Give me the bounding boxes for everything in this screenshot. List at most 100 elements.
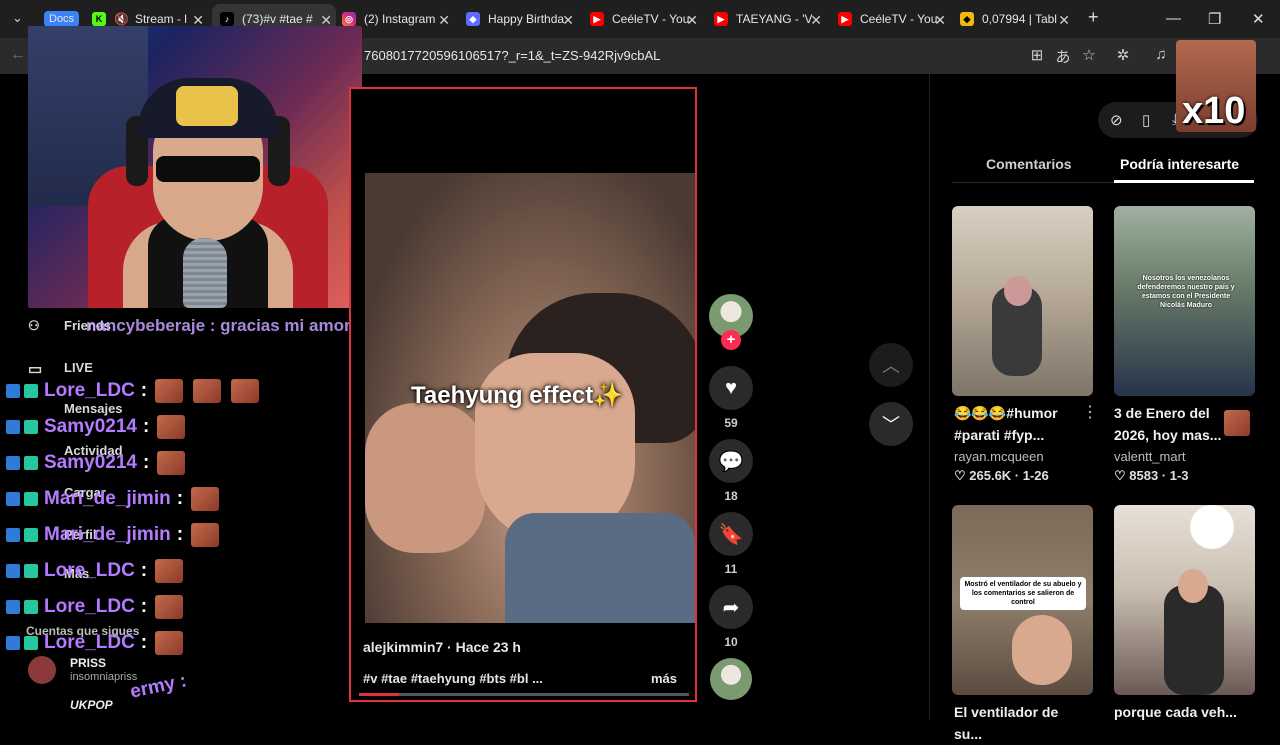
avatar[interactable] bbox=[28, 656, 56, 684]
chat-badge-icon bbox=[24, 384, 38, 398]
tab-binance[interactable]: ◆ 0,07994 | Tabl ✕ bbox=[960, 4, 1074, 34]
chat-username[interactable]: Lore_LDC bbox=[44, 632, 135, 654]
chat-emote-icon bbox=[191, 523, 220, 547]
chat-username[interactable]: Samy0214 bbox=[44, 416, 137, 438]
close-window-button[interactable]: ✕ bbox=[1252, 10, 1265, 28]
shield-icon: ◆ bbox=[466, 12, 480, 26]
chat-badge-icon bbox=[6, 456, 20, 470]
speed-icon[interactable]: ⊘ bbox=[1110, 111, 1123, 129]
chat-message: Lore_LDC: bbox=[6, 592, 193, 622]
chat-message: Lore_LDC: bbox=[6, 376, 269, 406]
tab-comments[interactable]: Comentarios bbox=[986, 156, 1072, 172]
chat-message: Lore_LDC: bbox=[6, 628, 193, 658]
close-tab-icon[interactable]: ✕ bbox=[1058, 12, 1070, 29]
suggested-video-thumb-2[interactable]: Nosotros los venezolanos defenderemos nu… bbox=[1114, 206, 1255, 396]
previous-video-button[interactable]: ︿ bbox=[869, 343, 913, 387]
tab-youtube-ceele[interactable]: ▶ CeéleTV - You ✕ bbox=[590, 4, 702, 34]
maximize-button[interactable]: ❐ bbox=[1208, 10, 1221, 28]
chat-username[interactable]: Mari_de_jimin bbox=[44, 488, 171, 510]
follow-plus-icon[interactable]: + bbox=[721, 330, 741, 350]
suggested-video-user-1[interactable]: rayan.mcqueen bbox=[954, 449, 1044, 464]
like-button[interactable]: ♥ bbox=[709, 366, 753, 410]
chat-badge-icon bbox=[24, 564, 38, 578]
speaker-muted-icon[interactable]: 🔇 bbox=[114, 12, 129, 26]
chat-badge-icon bbox=[6, 564, 20, 578]
translate-icon[interactable]: あ bbox=[1054, 46, 1072, 66]
address-bar-url[interactable]: 7608017720596106517?_r=1&_t=ZS-942Rjv9cb… bbox=[364, 48, 660, 63]
chat-username[interactable]: Lore_LDC bbox=[44, 596, 135, 618]
emote-overlay: x10 bbox=[1176, 40, 1256, 132]
chat-badge-icon bbox=[24, 600, 38, 614]
tab-youtube-taeyang[interactable]: ▶ TAEYANG - 'V ✕ bbox=[714, 4, 826, 34]
chat-badge-icon bbox=[6, 420, 20, 434]
extensions-puzzle-icon[interactable]: ✲ bbox=[1114, 46, 1132, 64]
instagram-icon: ◎ bbox=[342, 12, 356, 26]
suggested-video-title-3[interactable]: El ventilador de su... bbox=[954, 701, 1084, 745]
youtube-icon: ▶ bbox=[590, 12, 604, 26]
followed-account-2-name[interactable]: UKPOP bbox=[70, 698, 113, 712]
save-button[interactable]: 🔖 bbox=[709, 512, 753, 556]
video-author[interactable]: alejkimmin7 · Hace 23 h bbox=[363, 639, 521, 655]
video-player[interactable]: Taehyung effect✨ alejkimmin7 · Hace 23 h… bbox=[349, 87, 697, 702]
chat-emote-icon bbox=[157, 451, 186, 475]
close-tab-icon[interactable]: ✕ bbox=[934, 12, 946, 29]
kebab-menu-icon[interactable]: ⋮ bbox=[1082, 402, 1098, 422]
comment-button[interactable]: 💬 bbox=[709, 439, 753, 483]
tab-suggested[interactable]: Podría interesarte bbox=[1120, 156, 1239, 172]
close-tab-icon[interactable]: ✕ bbox=[810, 12, 822, 29]
favorite-star-icon[interactable]: ☆ bbox=[1080, 46, 1098, 64]
new-tab-button[interactable]: + bbox=[1088, 7, 1099, 28]
chat-separator: : bbox=[140, 596, 148, 617]
suggested-video-thumb-4[interactable] bbox=[1114, 505, 1255, 695]
tab-happy-birthday[interactable]: ◆ Happy Birthda ✕ bbox=[466, 4, 578, 34]
chat-username[interactable]: Lore_LDC bbox=[44, 380, 135, 402]
back-arrow-icon[interactable]: ← bbox=[10, 46, 26, 64]
chat-username[interactable]: Lore_LDC bbox=[44, 560, 135, 582]
sound-avatar[interactable] bbox=[710, 658, 752, 700]
video-progress-bar[interactable] bbox=[359, 693, 689, 696]
device-icon[interactable]: ▯ bbox=[1142, 111, 1150, 129]
chat-separator: : bbox=[140, 380, 148, 401]
chat-message: Samy0214: bbox=[6, 412, 195, 442]
chat-username[interactable]: Samy0214 bbox=[44, 452, 137, 474]
chat-badge-icon bbox=[6, 528, 20, 542]
youtube-icon: ▶ bbox=[838, 12, 852, 26]
bookmark-icon: 🔖 bbox=[718, 523, 744, 546]
chat-username[interactable]: Mari_de_jimin bbox=[44, 524, 171, 546]
suggested-video-user-2[interactable]: valentt_mart bbox=[1114, 449, 1186, 464]
emote-icon bbox=[1224, 410, 1250, 436]
suggested-video-stats-2: ♡ 8583 · 1-3 bbox=[1114, 468, 1189, 483]
next-video-button[interactable]: ﹀ bbox=[869, 402, 913, 446]
tab-youtube-ceele-2[interactable]: ▶ CeéleTV - You ✕ bbox=[838, 4, 950, 34]
suggested-video-stats-1: ♡ 265.6K · 1-26 bbox=[954, 468, 1049, 483]
chat-separator: : bbox=[140, 560, 148, 581]
chevron-down-icon: ﹀ bbox=[882, 415, 900, 435]
video-hashtags[interactable]: #v #tae #taehyung #bts #bl ... bbox=[363, 671, 543, 686]
comment-icon: 💬 bbox=[718, 450, 744, 473]
minimize-button[interactable]: — bbox=[1166, 10, 1181, 27]
kick-icon: K bbox=[92, 12, 106, 26]
more-button[interactable]: más bbox=[651, 671, 677, 686]
close-tab-icon[interactable]: ✕ bbox=[686, 12, 698, 29]
chat-fragment: ermy : bbox=[128, 670, 189, 703]
chat-emote-icon bbox=[155, 379, 184, 403]
suggested-video-thumb-3[interactable]: Mostró el ventilador de su abuelo y los … bbox=[952, 505, 1093, 695]
share-count: 10 bbox=[724, 635, 738, 649]
chat-emote-icon bbox=[193, 379, 222, 403]
close-tab-icon[interactable]: ✕ bbox=[562, 12, 574, 29]
followed-account-name[interactable]: PRISS bbox=[70, 656, 106, 670]
chat-message: Samy0214: bbox=[6, 448, 195, 478]
chat-emote-icon bbox=[157, 415, 186, 439]
close-tab-icon[interactable]: ✕ bbox=[438, 12, 450, 29]
chat-emote-icon bbox=[155, 631, 184, 655]
collections-icon[interactable]: ♫ bbox=[1152, 46, 1170, 64]
tab-docs-label: Docs bbox=[44, 11, 80, 27]
share-button[interactable]: ➦ bbox=[709, 585, 753, 629]
app-install-icon[interactable]: ⊞ bbox=[1028, 46, 1046, 64]
chat-separator: : bbox=[140, 632, 148, 653]
tab-list-chevron-icon[interactable]: ⌄ bbox=[12, 10, 23, 26]
suggested-video-title-1[interactable]: 😂😂😂#humor #parati #fyp... bbox=[954, 402, 1084, 446]
nav-live[interactable]: LIVE bbox=[64, 360, 93, 375]
chat-badge-icon bbox=[24, 456, 38, 470]
suggested-video-thumb-1[interactable] bbox=[952, 206, 1093, 396]
